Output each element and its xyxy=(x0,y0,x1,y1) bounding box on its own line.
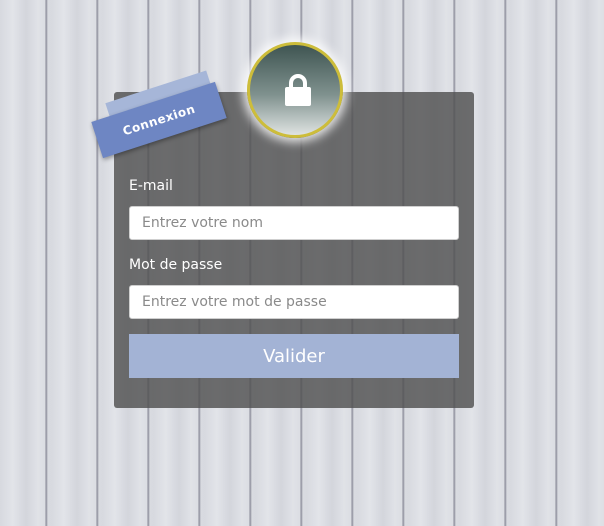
submit-button[interactable]: Valider xyxy=(129,334,459,378)
lock-badge xyxy=(247,42,343,138)
email-label: E-mail xyxy=(129,178,173,194)
password-field[interactable] xyxy=(129,285,459,319)
password-label: Mot de passe xyxy=(129,257,223,273)
lock-icon xyxy=(285,74,311,106)
email-field[interactable] xyxy=(129,206,459,240)
